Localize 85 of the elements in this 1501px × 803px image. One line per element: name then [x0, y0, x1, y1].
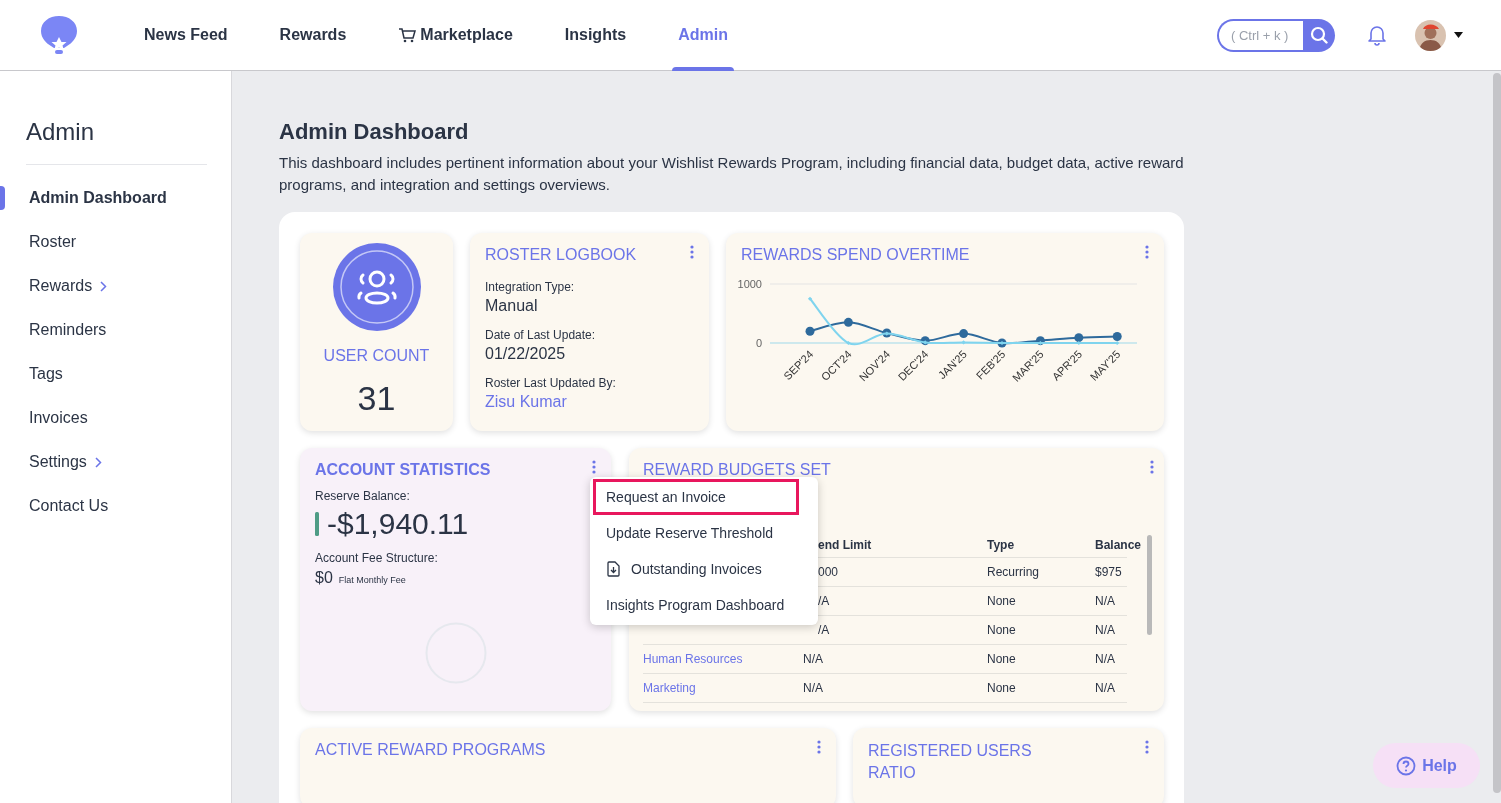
menu-item[interactable]: Request an Invoice [593, 479, 799, 515]
cart-icon [398, 27, 417, 43]
nav-tab[interactable]: Rewards [273, 0, 353, 71]
menu-item[interactable]: Insights Program Dashboard [593, 587, 815, 623]
page-description: This dashboard includes pertinent information about your Wishlist Rewards Program, including financial data, budget data, active reward programs, and integration and settings overviews. [279, 153, 1185, 195]
field-label: Integration Type: [485, 279, 576, 295]
field-label: Roster Last Updated By: [485, 375, 617, 391]
column-header: Type [987, 536, 1016, 554]
table-cell-text: N/A [1095, 622, 1116, 639]
user-link[interactable]: Zisu Kumar [485, 391, 694, 413]
fee-value: $0 [315, 568, 333, 588]
table-cell-text: N/A [1095, 651, 1116, 668]
field-label: Date of Last Update: [485, 327, 597, 343]
axis-label: 0 [755, 337, 762, 349]
scrollbar[interactable] [1493, 73, 1501, 793]
nav-tab[interactable]: Marketplace [392, 0, 519, 71]
column-header: Balance [1095, 536, 1142, 554]
nav-tab[interactable]: News Feed [138, 0, 234, 71]
table-cell-text: None [987, 680, 1017, 697]
nav-tab[interactable]: Insights [558, 0, 633, 71]
data-point [846, 340, 851, 346]
data-point [843, 317, 853, 327]
scrollbar[interactable] [1147, 535, 1152, 635]
axis-label: 1000 [737, 278, 762, 290]
reserve-balance-value: -$1,940.11 [327, 506, 469, 542]
search-icon [1310, 26, 1328, 44]
data-point [805, 326, 815, 336]
sidebar-item[interactable]: Rewards [0, 264, 231, 308]
more-icon[interactable] [1150, 460, 1154, 474]
table-cell-text: /A [817, 593, 831, 610]
help-icon [1396, 755, 1417, 776]
table-cell-text: Recurring [987, 564, 1041, 581]
table-cell-text: None [987, 593, 1017, 610]
notification-bell-icon[interactable] [1367, 24, 1387, 46]
more-icon[interactable] [592, 460, 596, 474]
field-value: Manual [485, 296, 539, 316]
nav-tab[interactable]: Admin [672, 0, 734, 71]
sidebar-item[interactable]: Admin Dashboard [0, 176, 231, 220]
column-header: end Limit [817, 536, 873, 554]
data-point [807, 296, 813, 301]
sidebar-item[interactable]: Reminders [0, 308, 231, 352]
search-field[interactable]: ( Ctrl + k ) [1217, 18, 1303, 52]
field-value: 01/22/2025 [485, 344, 567, 364]
sidebar-title: Admin [26, 117, 96, 147]
table-cell-text: N/A [803, 651, 824, 668]
sidebar-item[interactable]: Settings [0, 440, 231, 484]
card-title: ACCOUNT STATISTICS [315, 460, 491, 480]
user-count-value: 31 [357, 378, 396, 418]
sidebar-item[interactable]: Invoices [0, 396, 231, 440]
avatar[interactable] [1415, 19, 1446, 51]
sidebar-item[interactable]: Tags [0, 352, 231, 396]
table-cell-text: N/A [1095, 680, 1116, 697]
table-cell-text: None [987, 622, 1017, 639]
more-icon[interactable] [690, 245, 694, 259]
table-cell-text: N/A [803, 680, 824, 697]
department-link[interactable]: Marketing [643, 679, 803, 697]
department-link[interactable]: Human Resources [643, 650, 803, 668]
sidebar-item[interactable]: Contact Us [0, 484, 231, 528]
more-icon[interactable] [1145, 740, 1149, 754]
card-title: REWARDS SPEND OVERTIME [741, 245, 970, 265]
fee-note: Flat Monthly Fee [338, 574, 406, 587]
users-icon [332, 243, 421, 331]
card-title: ROSTER LOGBOOK [485, 245, 637, 265]
table-cell-text: 000 [817, 564, 840, 581]
field-label: Reserve Balance: [315, 488, 411, 504]
search-button[interactable] [1303, 18, 1335, 52]
table-cell-text: $975 [1095, 564, 1123, 581]
table-cell-text: /A [817, 622, 831, 639]
page-title: Admin Dashboard [279, 118, 470, 146]
card-title: USER COUNT [323, 346, 430, 366]
more-icon[interactable] [817, 740, 821, 754]
menu-item[interactable]: Outstanding Invoices [593, 551, 815, 587]
field-label: Account Fee Structure: [315, 550, 439, 566]
more-icon[interactable] [1145, 245, 1149, 259]
menu-item[interactable]: Update Reserve Threshold [593, 515, 815, 551]
table-cell-text: N/A [1095, 593, 1116, 610]
logo-icon[interactable] [40, 15, 78, 55]
card-title: ACTIVE REWARD PROGRAMS [315, 740, 546, 760]
caret-icon[interactable] [1454, 32, 1463, 38]
card-title: REGISTERED USERS RATIO [868, 741, 1033, 783]
balance-indicator-icon [315, 512, 319, 536]
sidebar-item[interactable]: Roster [0, 220, 231, 264]
download-icon [606, 561, 621, 577]
card-title: REWARD BUDGETS SET [643, 460, 831, 480]
table-cell-text: None [987, 651, 1017, 668]
